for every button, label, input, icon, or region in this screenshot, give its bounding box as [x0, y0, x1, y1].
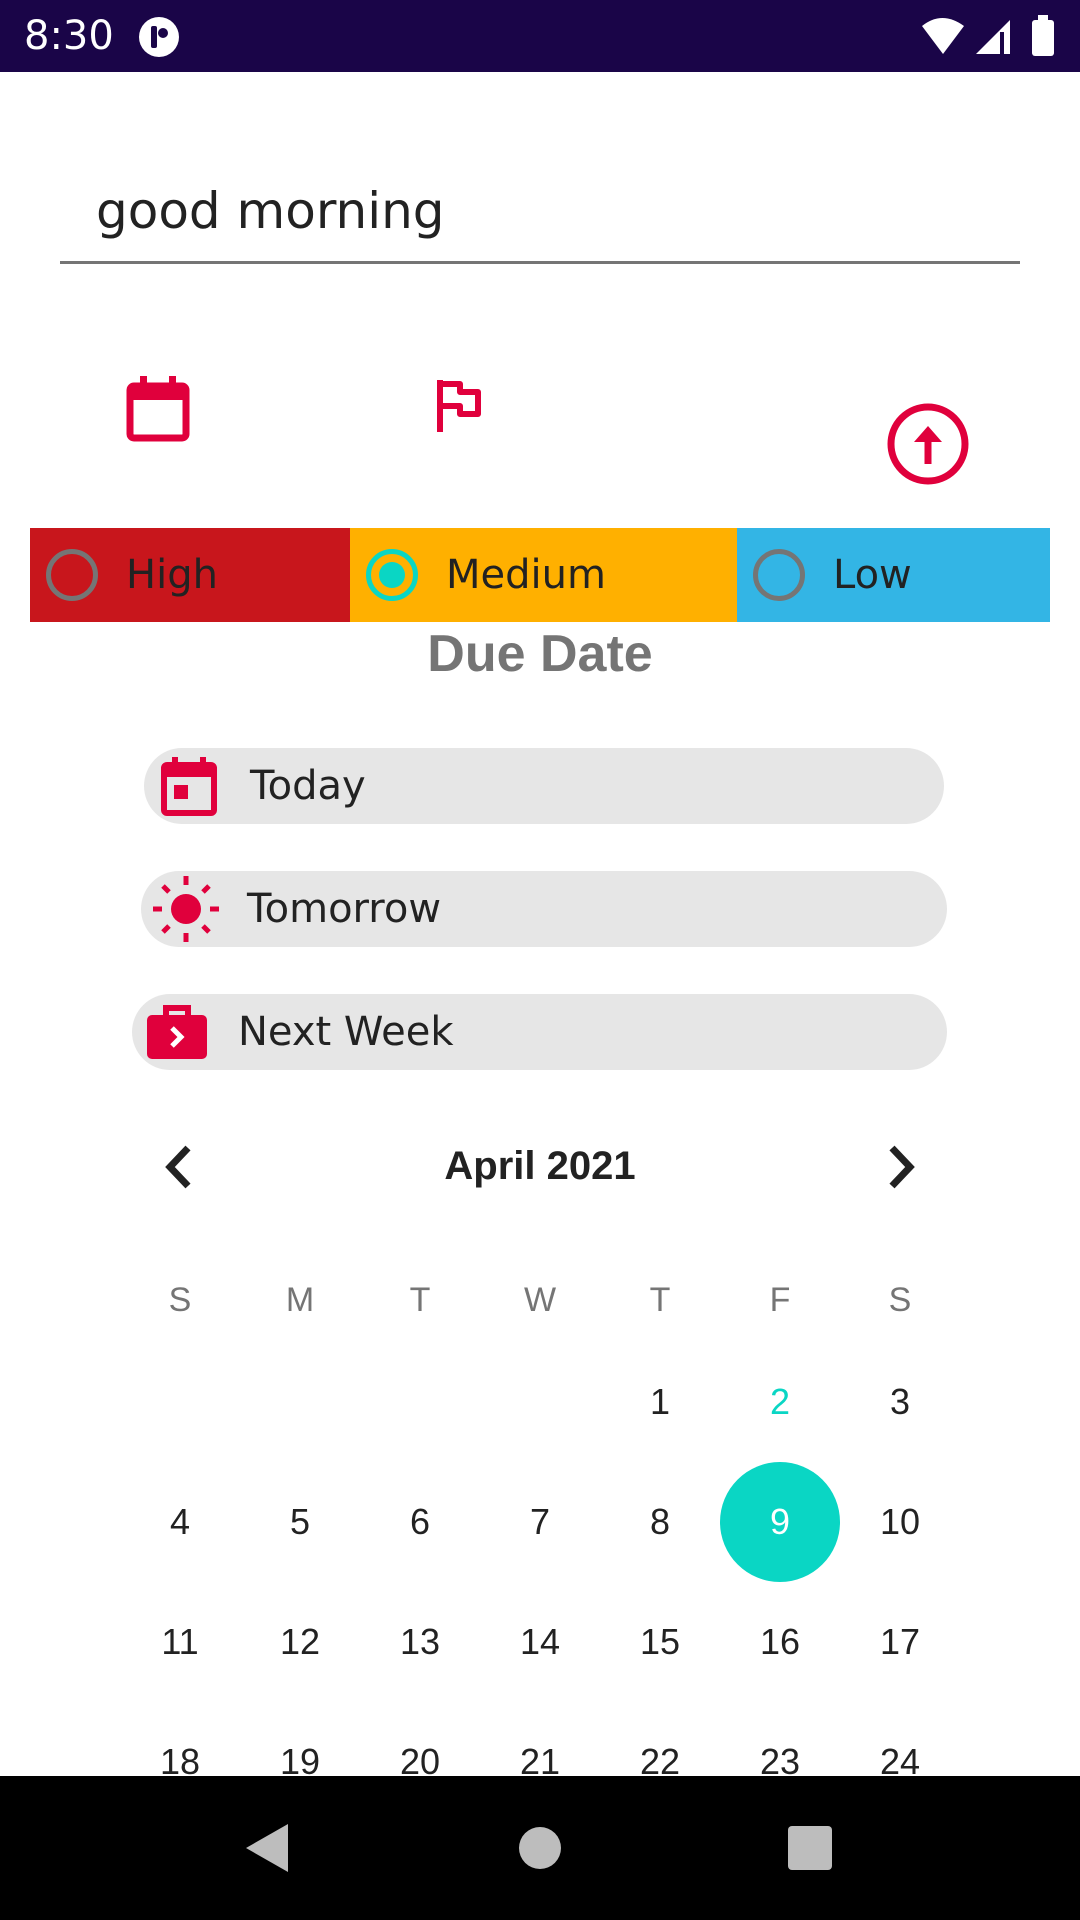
next-week-label: Next Week — [238, 1009, 454, 1055]
calendar-icon[interactable] — [126, 374, 190, 446]
task-title-input[interactable] — [60, 160, 1020, 264]
calendar-day-empty — [480, 1342, 600, 1462]
today-label: Today — [250, 763, 366, 809]
tomorrow-label: Tomorrow — [247, 886, 442, 932]
weekday-label: S — [888, 1281, 912, 1319]
calendar-day-selected[interactable]: 9 — [720, 1462, 840, 1582]
weekday-label: M — [285, 1281, 315, 1319]
calendar-week: 11 12 13 14 15 16 17 — [120, 1582, 960, 1702]
priority-medium-radio[interactable] — [366, 549, 418, 601]
calendar-day[interactable]: 4 — [120, 1462, 240, 1582]
calendar-day[interactable]: 15 — [600, 1582, 720, 1702]
priority-high-label: High — [126, 552, 218, 598]
calendar-day-empty — [360, 1342, 480, 1462]
calendar-day[interactable]: 13 — [360, 1582, 480, 1702]
calendar-day-today[interactable]: 2 — [720, 1342, 840, 1462]
system-icons — [920, 14, 1060, 62]
status-bar: 8:30 — [0, 0, 1080, 72]
priority-medium-option[interactable]: Medium — [350, 528, 737, 622]
home-icon[interactable] — [518, 1822, 562, 1878]
priority-high-option[interactable]: High — [30, 528, 350, 622]
weekday-label: T — [409, 1281, 431, 1319]
calendar-day[interactable]: 16 — [720, 1582, 840, 1702]
flag-icon[interactable] — [434, 378, 484, 438]
back-icon[interactable] — [244, 1822, 290, 1878]
calendar-day[interactable]: 17 — [840, 1582, 960, 1702]
sun-icon — [141, 871, 231, 947]
calendar-day[interactable]: 6 — [360, 1462, 480, 1582]
weekday-label: W — [523, 1281, 557, 1319]
calendar-week: 1 2 3 — [120, 1342, 960, 1462]
calendar-today-icon — [144, 748, 234, 824]
priority-low-option[interactable]: Low — [737, 528, 1050, 622]
priority-low-label: Low — [833, 552, 912, 598]
app-notification-icon — [138, 16, 180, 62]
signal-icon — [976, 20, 1010, 54]
tomorrow-chip[interactable]: Tomorrow — [141, 871, 947, 947]
due-date-heading: Due Date — [427, 625, 653, 683]
navigation-bar — [0, 1776, 1080, 1920]
status-time: 8:30 — [24, 13, 114, 59]
calendar-day[interactable]: 12 — [240, 1582, 360, 1702]
calendar-day[interactable]: 7 — [480, 1462, 600, 1582]
calendar-month-label: April 2021 — [444, 1144, 636, 1188]
priority-high-radio[interactable] — [46, 549, 98, 601]
today-chip[interactable]: Today — [144, 748, 944, 824]
calendar-day[interactable]: 3 — [840, 1342, 960, 1462]
upload-arrow-icon[interactable] — [886, 402, 970, 490]
priority-low-radio[interactable] — [753, 549, 805, 601]
weekday-row: S M T W T F S — [120, 1258, 960, 1342]
briefcase-arrow-icon — [132, 994, 222, 1070]
calendar-week: 4 5 6 7 8 9 10 — [120, 1462, 960, 1582]
calendar-grid: S M T W T F S 1 2 3 4 5 6 7 8 9 10 11 12… — [120, 1258, 960, 1822]
calendar-header: April 2021 — [130, 1130, 950, 1210]
priority-radio-group: High Medium Low — [30, 528, 1050, 622]
calendar-day[interactable]: 1 — [600, 1342, 720, 1462]
calendar-day[interactable]: 10 — [840, 1462, 960, 1582]
weekday-label: F — [769, 1281, 791, 1319]
wifi-icon — [922, 18, 964, 54]
calendar-day[interactable]: 8 — [600, 1462, 720, 1582]
chevron-right-icon[interactable] — [884, 1142, 920, 1196]
calendar-day-empty — [120, 1342, 240, 1462]
battery-icon — [1032, 15, 1054, 56]
next-week-chip[interactable]: Next Week — [132, 994, 947, 1070]
calendar-day[interactable]: 11 — [120, 1582, 240, 1702]
calendar-day[interactable]: 14 — [480, 1582, 600, 1702]
priority-medium-label: Medium — [446, 552, 606, 598]
calendar-day-empty — [240, 1342, 360, 1462]
recents-icon[interactable] — [786, 1822, 834, 1878]
weekday-label: S — [168, 1281, 192, 1319]
weekday-label: T — [649, 1281, 671, 1319]
calendar-day[interactable]: 5 — [240, 1462, 360, 1582]
